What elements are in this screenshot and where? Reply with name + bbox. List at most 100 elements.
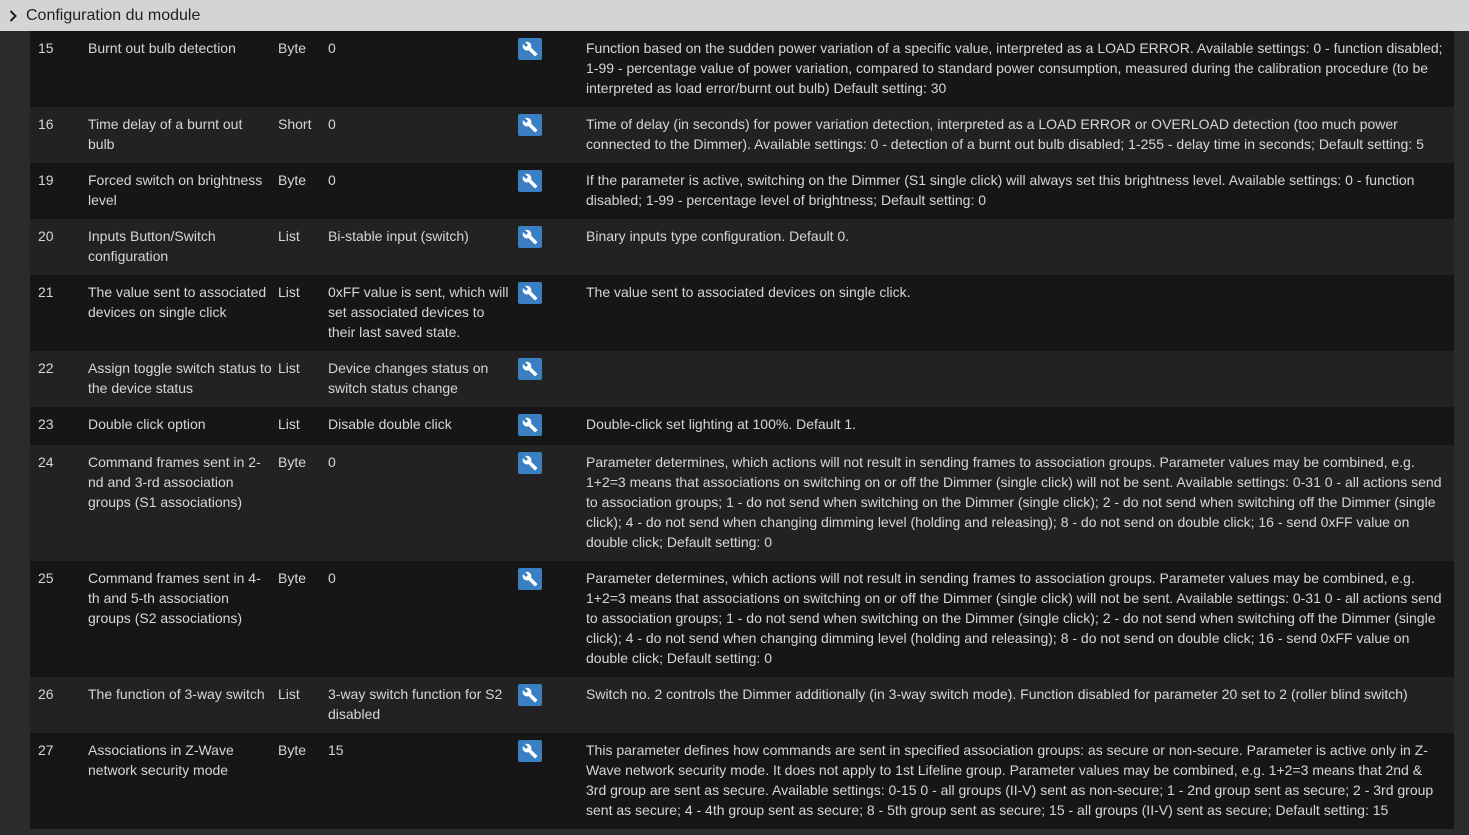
param-id: 26: [38, 686, 54, 702]
table-row: 26 The function of 3-way switch List 3-w…: [30, 677, 1454, 733]
param-type: Byte: [278, 172, 307, 188]
table-row: 19 Forced switch on brightness level Byt…: [30, 163, 1454, 219]
chevron-right-icon[interactable]: [8, 9, 18, 22]
param-id: 22: [38, 360, 54, 376]
edit-cell: [518, 226, 586, 275]
param-description: This parameter defines how commands are …: [586, 742, 1434, 818]
param-id: 21: [38, 284, 54, 300]
edit-wrench-button[interactable]: [518, 740, 542, 762]
param-value: 0: [328, 116, 336, 132]
param-label: The value sent to associated devices on …: [88, 284, 267, 320]
edit-cell: [518, 414, 586, 445]
param-description: If the parameter is active, switching on…: [586, 172, 1415, 208]
param-id: 15: [38, 40, 54, 56]
edit-cell: [518, 38, 586, 107]
edit-wrench-button[interactable]: [518, 170, 542, 192]
wrench-icon: [522, 743, 538, 759]
edit-wrench-button[interactable]: [518, 358, 542, 380]
edit-wrench-button[interactable]: [518, 452, 542, 474]
param-id: 24: [38, 454, 54, 470]
param-description: Switch no. 2 controls the Dimmer additio…: [586, 686, 1408, 702]
param-value: 15: [328, 742, 344, 758]
edit-cell: [518, 358, 586, 407]
table-row: 25 Command frames sent in 4-th and 5-th …: [30, 561, 1454, 677]
param-label: Associations in Z-Wave network security …: [88, 742, 234, 778]
table-row: 16 Time delay of a burnt out bulb Short …: [30, 107, 1454, 163]
section-header[interactable]: Configuration du module: [0, 0, 1469, 31]
edit-cell: [518, 568, 586, 677]
param-value: Bi-stable input (switch): [328, 228, 469, 244]
param-label: Command frames sent in 2-nd and 3-rd ass…: [88, 454, 261, 510]
edit-wrench-button[interactable]: [518, 114, 542, 136]
param-value: Disable double click: [328, 416, 452, 432]
param-value: 0xFF value is sent, which will set assoc…: [328, 284, 509, 340]
table-row: 20 Inputs Button/Switch configuration Li…: [30, 219, 1454, 275]
edit-cell: [518, 740, 586, 829]
param-label: Time delay of a burnt out bulb: [88, 116, 243, 152]
table-row: 21 The value sent to associated devices …: [30, 275, 1454, 351]
param-label: The function of 3-way switch: [88, 686, 265, 702]
wrench-icon: [522, 455, 538, 471]
wrench-icon: [522, 687, 538, 703]
wrench-icon: [522, 417, 538, 433]
param-description: Double-click set lighting at 100%. Defau…: [586, 416, 857, 432]
param-id: 23: [38, 416, 54, 432]
wrench-icon: [522, 571, 538, 587]
edit-cell: [518, 684, 586, 733]
edit-wrench-button[interactable]: [518, 282, 542, 304]
param-value: Device changes status on switch status c…: [328, 360, 489, 396]
edit-cell: [518, 452, 586, 561]
wrench-icon: [522, 229, 538, 245]
left-gutter: [0, 31, 30, 835]
param-label: Burnt out bulb detection: [88, 40, 236, 56]
right-gutter: [1454, 31, 1469, 835]
param-type: List: [278, 686, 300, 702]
parameter-table: 15 Burnt out bulb detection Byte 0 Funct…: [30, 31, 1454, 829]
param-label: Inputs Button/Switch configuration: [88, 228, 216, 264]
table-row: 27 Associations in Z-Wave network securi…: [30, 733, 1454, 829]
param-id: 19: [38, 172, 54, 188]
wrench-icon: [522, 361, 538, 377]
table-row: 15 Burnt out bulb detection Byte 0 Funct…: [30, 31, 1454, 107]
wrench-icon: [522, 173, 538, 189]
param-type: List: [278, 360, 300, 376]
edit-cell: [518, 282, 586, 351]
param-type: Byte: [278, 454, 307, 470]
param-label: Forced switch on brightness level: [88, 172, 263, 208]
param-id: 20: [38, 228, 54, 244]
param-type: Byte: [278, 742, 307, 758]
wrench-icon: [522, 117, 538, 133]
table-row: 24 Command frames sent in 2-nd and 3-rd …: [30, 445, 1454, 561]
edit-cell: [518, 170, 586, 219]
param-value: 3-way switch function for S2 disabled: [328, 686, 503, 722]
param-type: List: [278, 228, 300, 244]
param-label: Double click option: [88, 416, 206, 432]
edit-wrench-button[interactable]: [518, 568, 542, 590]
wrench-icon: [522, 41, 538, 57]
param-description: Parameter determines, which actions will…: [586, 570, 1442, 666]
param-type: List: [278, 416, 300, 432]
edit-wrench-button[interactable]: [518, 226, 542, 248]
table-row: 22 Assign toggle switch status to the de…: [30, 351, 1454, 407]
param-id: 25: [38, 570, 54, 586]
param-label: Assign toggle switch status to the devic…: [88, 360, 272, 396]
param-type: Byte: [278, 40, 307, 56]
param-description: Function based on the sudden power varia…: [586, 40, 1443, 96]
edit-wrench-button[interactable]: [518, 414, 542, 436]
param-value: 0: [328, 40, 336, 56]
param-type: Short: [278, 116, 312, 132]
param-label: Command frames sent in 4-th and 5-th ass…: [88, 570, 261, 626]
param-description: Binary inputs type configuration. Defaul…: [586, 228, 850, 244]
param-description: [586, 358, 1454, 407]
param-value: 0: [328, 454, 336, 470]
param-value: 0: [328, 172, 336, 188]
param-id: 27: [38, 742, 54, 758]
param-description: The value sent to associated devices on …: [586, 284, 911, 300]
edit-wrench-button[interactable]: [518, 38, 542, 60]
param-description: Time of delay (in seconds) for power var…: [586, 116, 1424, 152]
edit-wrench-button[interactable]: [518, 684, 542, 706]
wrench-icon: [522, 285, 538, 301]
param-value: 0: [328, 570, 336, 586]
param-description: Parameter determines, which actions will…: [586, 454, 1442, 550]
param-type: List: [278, 284, 300, 300]
